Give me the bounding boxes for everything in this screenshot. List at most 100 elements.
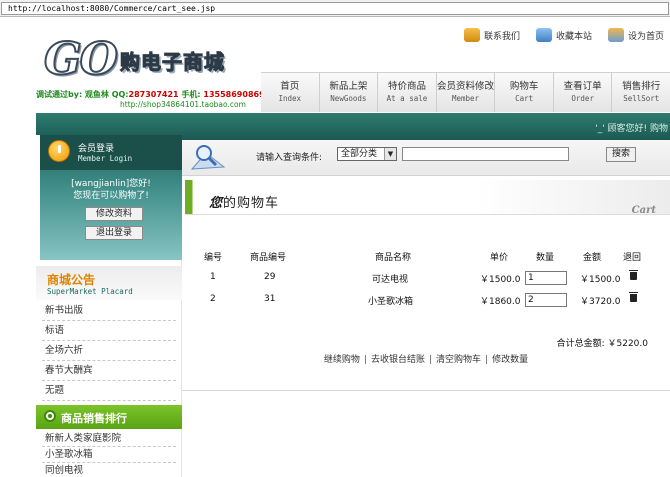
logo-go-text: GO (43, 33, 119, 86)
sales-ranking-list: 新新人类家庭影院 小圣歌冰箱 同创电视 (42, 431, 176, 477)
cell-name: 可达电视 (372, 275, 409, 285)
notice-item[interactable]: 新书出版 (42, 301, 176, 321)
login-status: 您现在可以购物了! (73, 191, 149, 201)
url-field[interactable]: http://localhost:8080/Commerce/cart_see.… (1, 2, 669, 15)
site-logo[interactable]: GO 购电子商城 (43, 30, 249, 88)
col-goods-id: 商品编号 (250, 253, 287, 263)
logout-button[interactable]: 退出登录 (85, 226, 143, 240)
col-amount: 金额 (583, 253, 602, 263)
cell-goods-id: 31 (264, 294, 276, 304)
logo-cn-text: 购电子商城 (120, 50, 225, 75)
main-nav: 首页 Index 新品上架 NewGoods 特价商品 At a sale 会员资料修… (261, 72, 670, 112)
cart-title-bold: 您 (209, 196, 224, 211)
nav-label: 销售排行 (622, 81, 661, 92)
nav-label-en: SellSort (623, 94, 660, 103)
clear-cart-link[interactable]: 清空购物车 (436, 355, 481, 365)
cart-header-row: 编号 商品编号 商品名称 单价 数量 金额 退回 (182, 246, 670, 268)
bookmark-label: 收藏本站 (555, 31, 592, 42)
nav-label: 首页 (280, 81, 300, 92)
cart-actions: 继续购物 | 去收银台结账 | 清空购物车 | 修改数量 (182, 352, 670, 365)
top-links: 联系我们 收藏本站 设为首页 (463, 28, 664, 42)
category-value: 全部分类 (341, 149, 378, 159)
notice-item[interactable]: 标语 (42, 321, 176, 341)
star-icon (535, 28, 552, 42)
ranking-item[interactable]: 新新人类家庭影院 (42, 431, 176, 447)
table-row: 1 29 可达电视 ￥1500.0 1 ￥1500.0 (182, 268, 670, 290)
promo-qq: 287307421 (128, 90, 179, 99)
edit-profile-button[interactable]: 修改资料 (85, 207, 143, 221)
target-icon (44, 410, 56, 422)
table-row: 2 31 小圣歌冰箱 ￥1860.0 2 ￥3720.0 (182, 290, 670, 312)
cell-name: 小圣歌冰箱 (368, 297, 414, 307)
cart-total: 合计总金额: ￥5220.0 (557, 336, 648, 349)
contact-label: 联系我们 (483, 31, 520, 42)
nav-label: 特价商品 (387, 81, 426, 92)
cart-title: 您的购物车 (209, 192, 279, 211)
notice-header: 商城公告 SuperMarket Placard (36, 266, 182, 300)
cart-title-en: Cart (631, 205, 656, 216)
member-login-panel: 会员登录 Member Login [wangjianlin]您好! 您现在可以… (40, 135, 182, 260)
cell-no: 1 (210, 272, 216, 282)
nav-sale[interactable]: 特价商品 At a sale (378, 73, 437, 112)
quantity-field[interactable]: 2 (525, 293, 567, 307)
sidebar: 会员登录 Member Login [wangjianlin]您好! 您现在可以… (36, 135, 182, 477)
contact-link[interactable]: 联系我们 (463, 28, 520, 42)
contact-icon (463, 28, 480, 42)
cart-title-bar: 您的购物车 Cart (185, 180, 670, 216)
notice-item[interactable]: 无题 (42, 381, 176, 401)
checkout-link[interactable]: 去收银台结账 (371, 355, 425, 365)
nav-label-en: Cart (515, 94, 534, 103)
nav-index[interactable]: 首页 Index (261, 73, 320, 112)
ranking-item[interactable]: 小圣歌冰箱 (42, 447, 176, 463)
cell-price: ￥1500.0 (480, 275, 521, 285)
nav-label-en: NewGoods (330, 94, 367, 103)
cell-amount: ￥3720.0 (580, 297, 621, 307)
nav-sell-sort[interactable]: 销售排行 SellSort (612, 73, 670, 112)
nav-member[interactable]: 会员资料修改 Member (437, 73, 496, 112)
promo-url[interactable]: http://shop34864101.taobao.com (120, 100, 246, 109)
sales-ranking-title: 商品销售排行 (61, 412, 127, 425)
search-input[interactable] (402, 147, 569, 161)
ranking-item[interactable]: 同创电视 (42, 463, 176, 477)
nav-label-en: Order (571, 94, 594, 103)
promo-phone-label: 手机: (178, 90, 204, 99)
action-separator: | (428, 355, 433, 365)
trash-icon[interactable] (629, 270, 638, 280)
quantity-field[interactable]: 1 (525, 271, 567, 285)
nav-label: 查看订单 (563, 81, 602, 92)
cart-table: 编号 商品编号 商品名称 单价 数量 金额 退回 1 29 可达电视 ￥1500… (182, 246, 670, 312)
category-select[interactable]: 全部分类 ▼ (337, 147, 397, 161)
notice-item[interactable]: 全场六折 (42, 341, 176, 361)
search-bar: 请输入查询条件: 全部分类 ▼ 搜索 (182, 140, 670, 176)
update-quantity-link[interactable]: 修改数量 (492, 355, 528, 365)
nav-cart[interactable]: 购物车 Cart (495, 73, 554, 112)
trash-icon[interactable] (629, 292, 638, 302)
homepage-link[interactable]: 设为首页 (607, 28, 664, 42)
total-label: 合计总金额: (556, 339, 605, 349)
nav-label: 会员资料修改 (437, 81, 495, 92)
action-separator: | (363, 355, 367, 365)
cell-amount: ￥1500.0 (580, 275, 621, 285)
continue-shopping-link[interactable]: 继续购物 (324, 355, 360, 365)
nav-order[interactable]: 查看订单 Order (554, 73, 613, 112)
homepage-label: 设为首页 (627, 31, 664, 42)
notice-item[interactable]: 春节大酬宾 (42, 361, 176, 381)
notice-title: 商城公告 (47, 273, 96, 287)
welcome-text: '_' 顾客您好! 购物 (595, 124, 668, 134)
bookmark-link[interactable]: 收藏本站 (535, 28, 592, 42)
cart-title-rest: 的购物车 (223, 196, 280, 211)
nav-new-goods[interactable]: 新品上架 NewGoods (320, 73, 379, 112)
nav-label-en: Member (451, 94, 480, 103)
col-name: 商品名称 (375, 253, 412, 263)
search-label: 请输入查询条件: (256, 153, 323, 163)
login-title: 会员登录 (78, 144, 115, 154)
search-button[interactable]: 搜索 (606, 147, 636, 162)
login-greeting: [wangjianlin]您好! (71, 179, 151, 189)
col-qty: 数量 (536, 253, 555, 263)
site-header: GO 购电子商城 调试通过by: 观鱼林 QQ:287307421 手机: 13… (36, 20, 670, 113)
col-no: 编号 (204, 253, 223, 263)
total-value: ￥5220.0 (607, 339, 649, 349)
cell-price: ￥1860.0 (480, 297, 521, 307)
sales-ranking-header: 商品销售排行 (36, 405, 182, 429)
col-price: 单价 (490, 253, 509, 263)
